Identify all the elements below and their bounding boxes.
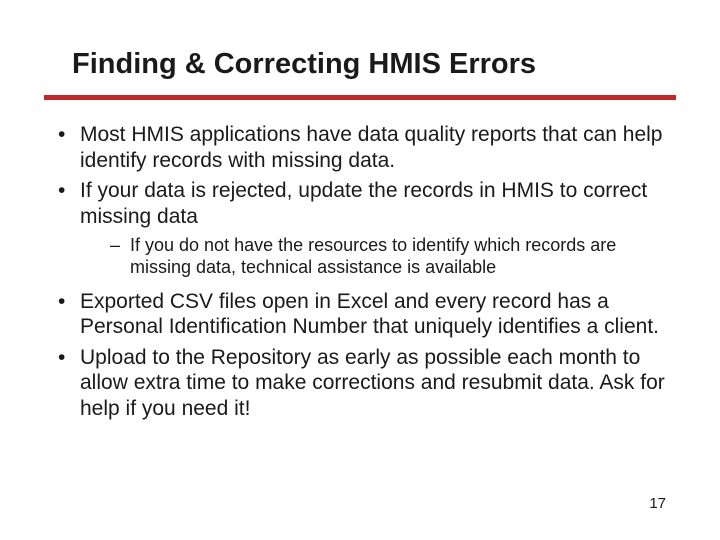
bullet-item: Most HMIS applications have data quality…: [50, 122, 670, 173]
bullet-text: If your data is rejected, update the rec…: [80, 179, 647, 228]
slide-title: Finding & Correcting HMIS Errors: [72, 48, 670, 81]
title-divider: [44, 95, 676, 100]
slide-content: Most HMIS applications have data quality…: [50, 122, 670, 422]
bullet-item: Exported CSV files open in Excel and eve…: [50, 289, 670, 340]
bullet-item: Upload to the Repository as early as pos…: [50, 345, 670, 422]
sub-bullet-list: If you do not have the resources to iden…: [80, 235, 670, 278]
bullet-item: If your data is rejected, update the rec…: [50, 178, 670, 278]
slide-container: Finding & Correcting HMIS Errors Most HM…: [0, 0, 720, 540]
sub-bullet-item: If you do not have the resources to iden…: [80, 235, 670, 278]
bullet-list: Most HMIS applications have data quality…: [50, 122, 670, 422]
page-number: 17: [649, 495, 666, 512]
